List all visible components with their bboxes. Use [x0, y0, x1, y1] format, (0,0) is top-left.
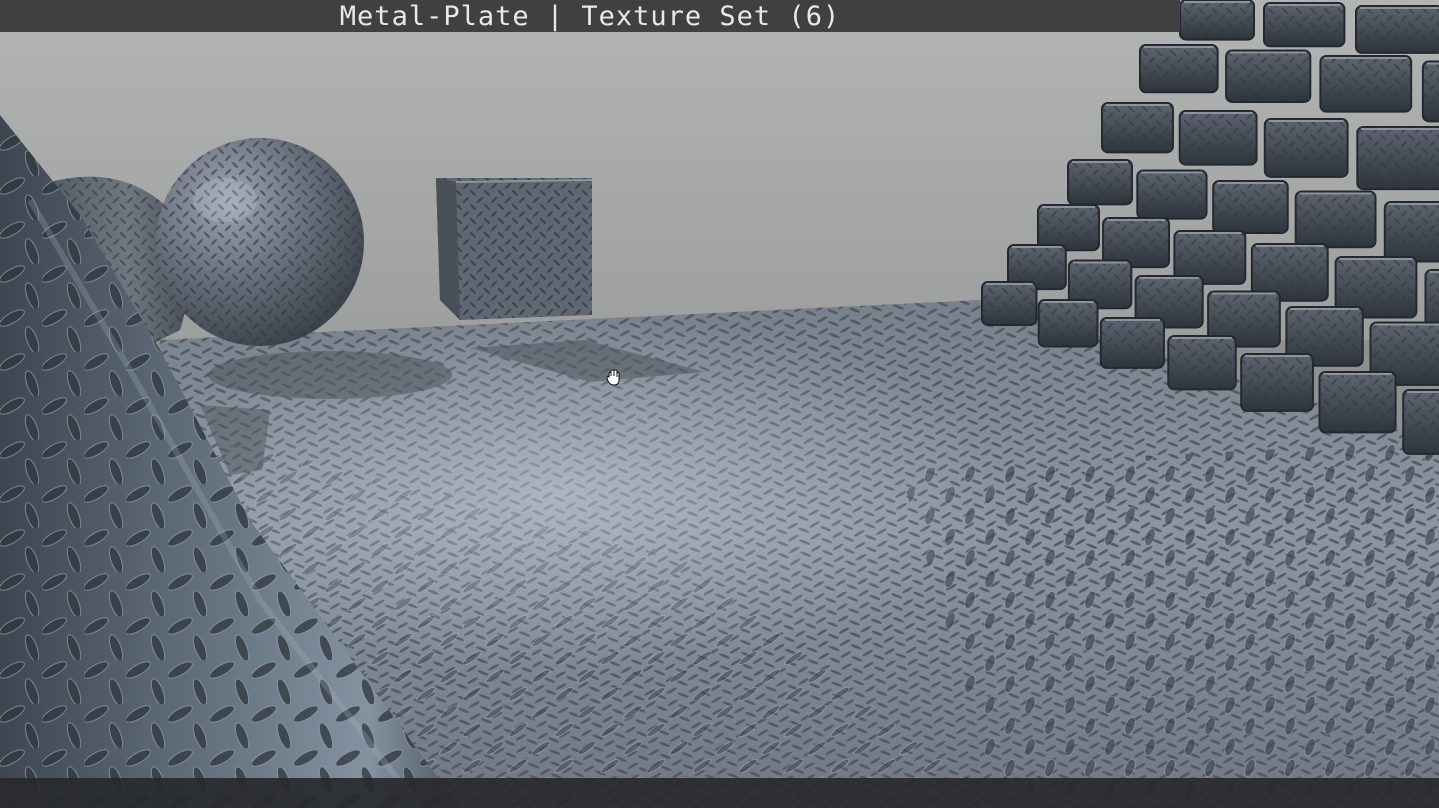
bottom-status-bar: [0, 778, 1439, 808]
cube-object: [436, 178, 593, 320]
window-title-bar: Metal-Plate | Texture Set (6): [0, 0, 1180, 32]
sphere-object: [156, 138, 364, 346]
window-title: Metal-Plate | Texture Set (6): [339, 0, 841, 32]
3d-viewport[interactable]: [0, 0, 1439, 808]
sphere-shadow: [208, 351, 452, 399]
